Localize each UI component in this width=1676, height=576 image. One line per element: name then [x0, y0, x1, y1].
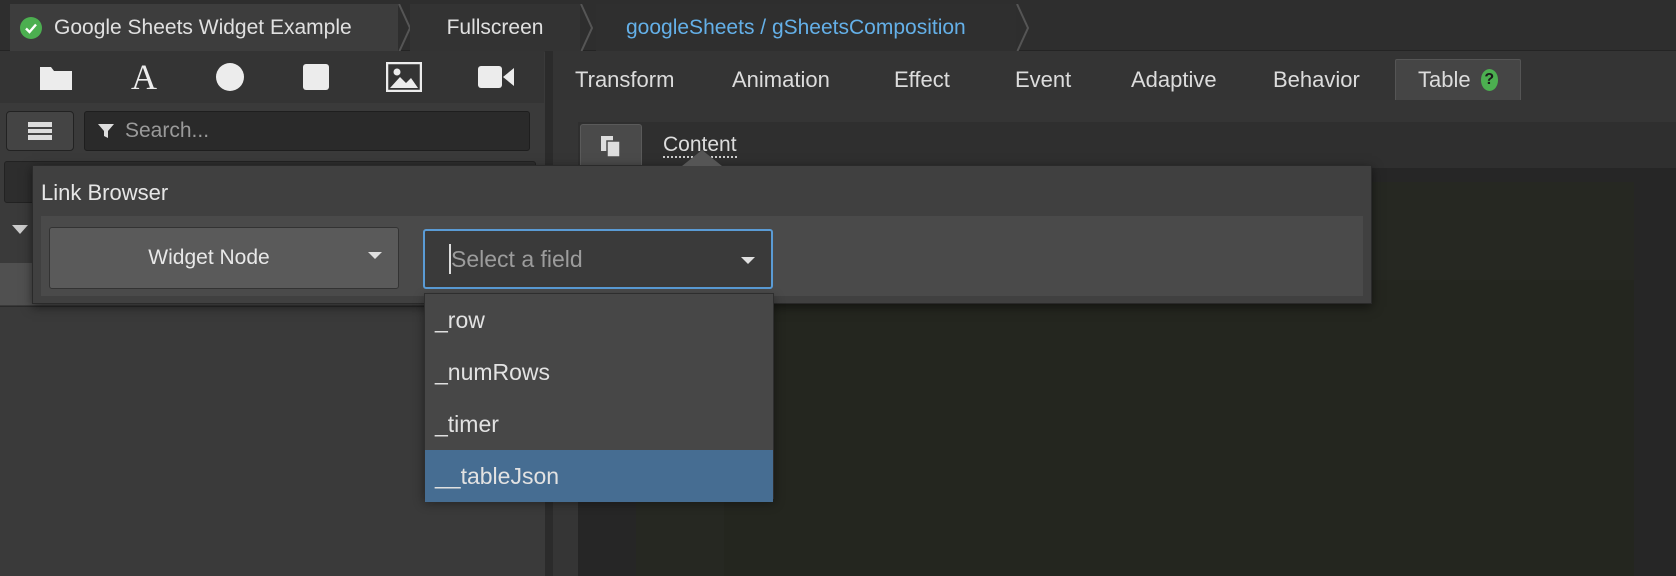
copy-icon [601, 136, 621, 158]
tab-animation[interactable]: Animation [732, 59, 830, 100]
expand-caret-icon[interactable] [12, 225, 28, 234]
property-tabs: Transform Animation Effect Event Adaptiv… [553, 51, 1676, 100]
text-icon[interactable]: A [122, 57, 166, 97]
video-icon[interactable] [474, 59, 518, 95]
list-menu-button[interactable] [6, 111, 74, 151]
check-circle-icon [20, 17, 42, 39]
text-cursor [449, 244, 451, 274]
widget-node-label: Widget Node [148, 246, 270, 269]
filter-icon [98, 124, 114, 138]
breadcrumb-item-project[interactable]: Google Sheets Widget Example [10, 4, 398, 52]
link-browser-title: Link Browser [41, 180, 169, 205]
image-icon[interactable] [382, 59, 426, 95]
insert-toolbar: A [0, 51, 544, 103]
tab-event[interactable]: Event [1015, 59, 1071, 100]
tab-behavior[interactable]: Behavior [1273, 59, 1360, 100]
content-toolbar [578, 122, 1676, 168]
breadcrumb: Google Sheets Widget Example Fullscreen … [0, 0, 1676, 52]
breadcrumb-label: googleSheets / gSheetsComposition [626, 16, 966, 39]
chevron-down-icon [368, 252, 382, 259]
chevron-down-icon [741, 257, 755, 264]
field-option-numrows[interactable]: _numRows [425, 346, 773, 398]
tab-effect[interactable]: Effect [894, 59, 950, 100]
square-icon[interactable] [294, 59, 338, 95]
popover-arrow [682, 150, 722, 166]
help-icon[interactable]: ? [1480, 69, 1498, 91]
circle-icon[interactable] [208, 59, 252, 95]
chevron-right-icon [1016, 4, 1030, 52]
field-select-input[interactable] [449, 244, 723, 274]
canvas-preview [724, 280, 1634, 576]
tab-adaptive[interactable]: Adaptive [1131, 59, 1217, 100]
search-input[interactable] [123, 118, 507, 144]
breadcrumb-label: Fullscreen [446, 16, 544, 39]
breadcrumb-item-fullscreen[interactable]: Fullscreen [410, 4, 580, 52]
field-options-list: _row _numRows _timer __tableJson [424, 293, 774, 502]
field-select[interactable] [423, 229, 773, 289]
folder-icon[interactable] [34, 59, 78, 95]
field-option-timer[interactable]: _timer [425, 398, 773, 450]
breadcrumb-label: Google Sheets Widget Example [54, 16, 352, 39]
search-box[interactable] [84, 111, 530, 151]
list-icon [28, 122, 52, 140]
field-option-tablejson[interactable]: __tableJson [425, 450, 773, 502]
tab-transform[interactable]: Transform [575, 59, 674, 100]
copy-button[interactable] [580, 124, 642, 168]
chevron-right-icon [580, 4, 594, 52]
field-option-row[interactable]: _row [425, 294, 773, 346]
widget-node-dropdown[interactable]: Widget Node [49, 227, 399, 289]
tab-table[interactable]: Table ? [1395, 59, 1521, 100]
breadcrumb-item-composition[interactable]: googleSheets / gSheetsComposition [596, 4, 1016, 52]
